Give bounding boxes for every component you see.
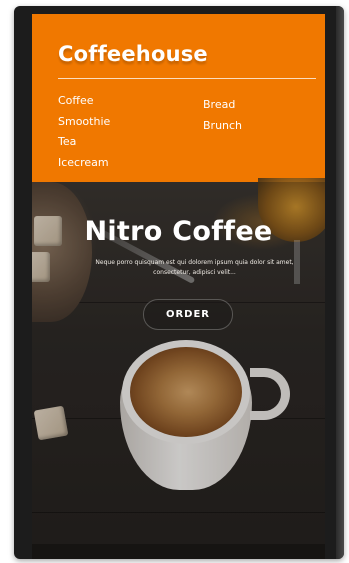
header-divider xyxy=(58,78,316,79)
hero-title: Nitro Coffee xyxy=(84,216,273,247)
menu-item-icecream[interactable]: Icecream xyxy=(58,156,110,171)
device-frame: Coffeehouse Coffee Smoothie Tea Icecream… xyxy=(14,6,344,559)
menu-item-bread[interactable]: Bread xyxy=(203,98,242,113)
app-screen: Coffeehouse Coffee Smoothie Tea Icecream… xyxy=(32,14,325,559)
hero-description: Neque porro quisquam est qui dolorem ips… xyxy=(95,259,294,276)
header-panel: Coffeehouse Coffee Smoothie Tea Icecream… xyxy=(32,14,325,182)
menu-item-brunch[interactable]: Brunch xyxy=(203,119,242,134)
menu-column-left: Coffee Smoothie Tea Icecream xyxy=(58,94,110,170)
device-bezel xyxy=(336,6,344,559)
brand-title[interactable]: Coffeehouse xyxy=(58,42,208,66)
menu-item-smoothie[interactable]: Smoothie xyxy=(58,115,110,130)
menu-column-right: Bread Brunch xyxy=(203,98,242,133)
order-button[interactable]: ORDER xyxy=(143,299,233,330)
menu-item-coffee[interactable]: Coffee xyxy=(58,94,110,109)
menu-item-tea[interactable]: Tea xyxy=(58,135,110,150)
hero-section: Nitro Coffee Neque porro quisquam est qu… xyxy=(32,178,325,559)
